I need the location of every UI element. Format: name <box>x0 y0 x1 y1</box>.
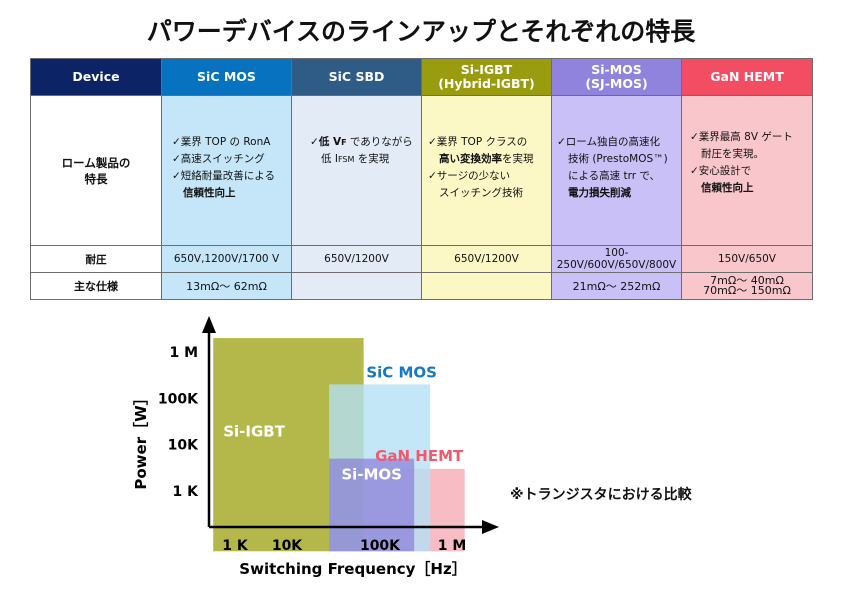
row-label-voltage: 耐圧 <box>30 245 162 273</box>
y-tick-label: 10K <box>168 438 199 454</box>
features-gan-hemt: ✓業界最高 8V ゲート 耐圧を実現。 ✓安心設計で 信頼性向上 <box>681 95 813 246</box>
x-axis-arrow-icon <box>482 520 499 534</box>
x-tick-label: 100K <box>360 538 401 554</box>
voltage-gan-hemt: 150V/650V <box>681 245 813 273</box>
features-si-igbt: ✓業界 TOP クラスの 高い変換効率を実現 ✓サージの少ない スイッチング技術 <box>421 95 552 246</box>
voltage-sic-sbd: 650V/1200V <box>291 245 422 273</box>
header-si-mos: Si-MOS (SJ-MOS) <box>551 58 682 96</box>
voltage-si-mos: 100-250V/600V/650V/800V <box>551 245 682 273</box>
x-axis-label: Switching Frequency［Hz］ <box>239 560 466 578</box>
header-gan-hemt: GaN HEMT <box>681 58 813 96</box>
specs-si-igbt <box>421 272 552 300</box>
x-tick-label: 1 M <box>438 538 467 554</box>
row-label-specs: 主な仕様 <box>30 272 162 300</box>
features-row: ローム製品の 特長 ✓業界 TOP の RonA ✓高速スイッチング ✓短絡耐量… <box>30 95 813 246</box>
specs-sic-mos: 13mΩ～ 62mΩ <box>161 272 292 300</box>
row-label-features: ローム製品の 特長 <box>30 95 162 246</box>
page-title: パワーデバイスのラインアップとそれぞれの特長 <box>146 17 696 46</box>
region-label-gan-hemt: GaN HEMT <box>375 447 464 465</box>
specs-sic-sbd <box>291 272 422 300</box>
header-si-igbt: Si-IGBT (Hybrid-IGBT) <box>421 58 552 96</box>
x-tick-label: 10K <box>272 538 303 554</box>
specs-gan-hemt: 7mΩ～ 40mΩ 70mΩ～ 150mΩ <box>681 272 813 300</box>
voltage-sic-mos: 650V,1200V/1700 V <box>161 245 292 273</box>
features-si-mos: ✓ローム独自の高速化 技術 (PrestoMOS™) による高速 trr で、 … <box>551 95 682 246</box>
features-sic-sbd: ✓低 VF でありながら 低 IFSM を実現 <box>291 95 422 246</box>
region-label-si-igbt: Si-IGBT <box>223 423 285 441</box>
region-label-si-mos: Si-MOS <box>341 466 402 484</box>
voltage-row: 耐圧 650V,1200V/1700 V 650V/1200V 650V/120… <box>30 245 813 273</box>
y-axis-label: Power［W］ <box>132 390 150 489</box>
power-frequency-chart: Si-IGBT SiC MOS Si-MOSGaN HEMT 1 M 100K 10K 1… <box>132 316 499 578</box>
region-label-sic-mos: SiC MOS <box>366 363 437 381</box>
header-sic-mos: SiC MOS <box>161 58 292 96</box>
header-sic-sbd: SiC SBD <box>291 58 422 96</box>
y-tick-label: 1 M <box>169 345 198 361</box>
voltage-si-igbt: 650V/1200V <box>421 245 552 273</box>
y-tick-label: 100K <box>158 391 199 407</box>
device-comparison-table: Device SiC MOS SiC SBD Si-IGBT (Hybrid-IG… <box>30 58 813 300</box>
specs-row: 主な仕様 13mΩ～ 62mΩ 21mΩ～ 252mΩ 7mΩ～ 40mΩ 70… <box>30 272 813 300</box>
header-row: Device SiC MOS SiC SBD Si-IGBT (Hybrid-IG… <box>30 58 813 96</box>
header-device: Device <box>30 58 162 96</box>
x-tick-label: 1 K <box>222 538 249 554</box>
y-tick-label: 1 K <box>173 484 200 500</box>
comparison-note: ※トランジスタにおける比較 <box>510 487 692 503</box>
features-sic-mos: ✓業界 TOP の RonA ✓高速スイッチング ✓短絡耐量改善による 信頼性向… <box>161 95 292 246</box>
specs-si-mos: 21mΩ～ 252mΩ <box>551 272 682 300</box>
y-axis-arrow-icon <box>202 316 216 333</box>
